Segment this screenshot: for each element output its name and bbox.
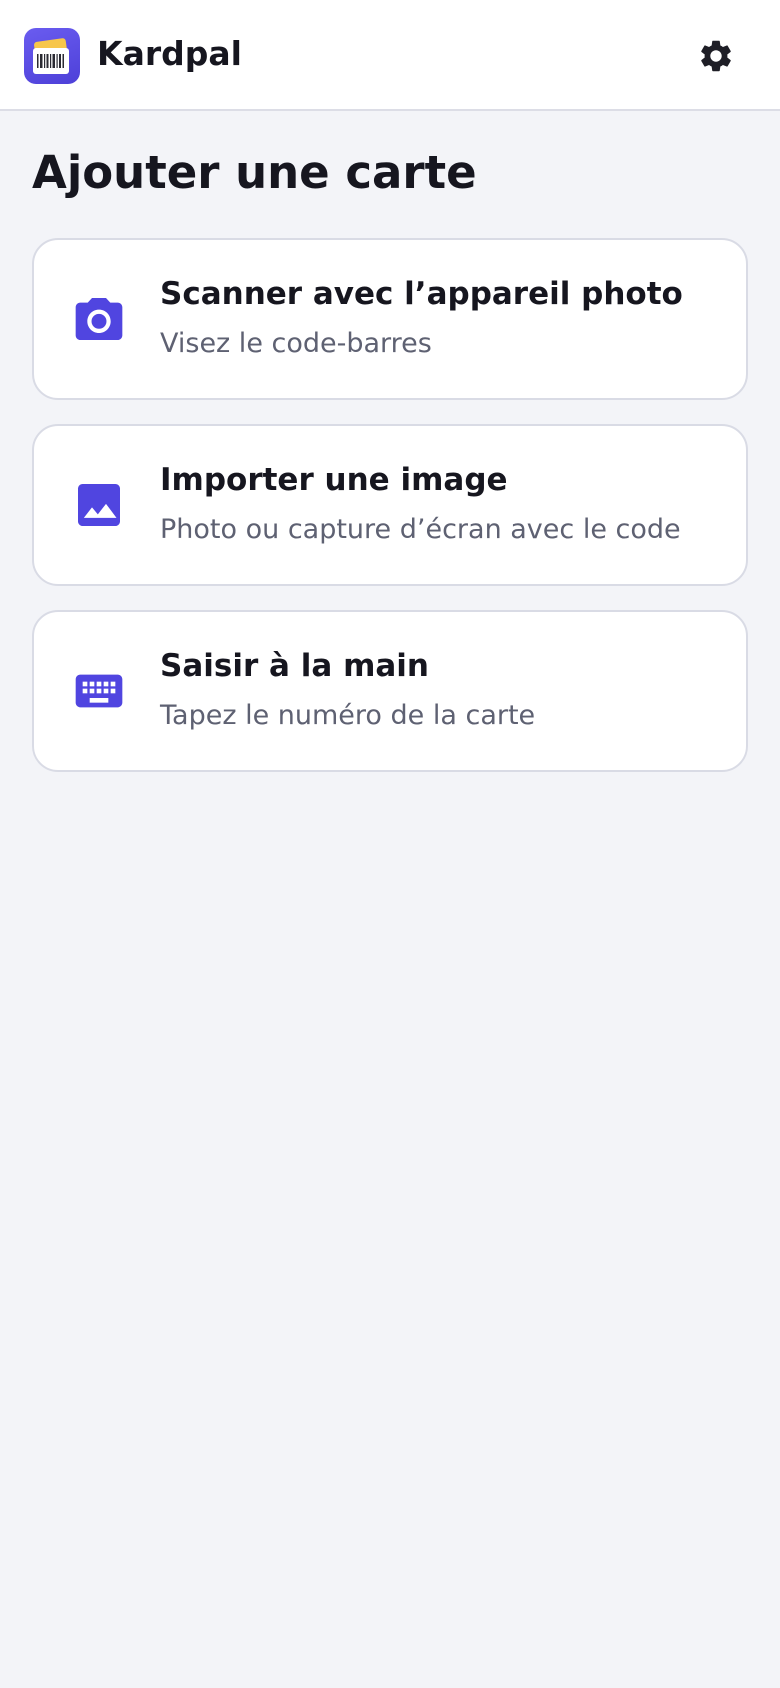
option-title: Scanner avec l’appareil photo: [160, 276, 683, 312]
top-bar: Kardpal: [0, 0, 780, 111]
import-image-option[interactable]: Importer une image Photo ou capture d’éc…: [32, 424, 748, 586]
option-title: Importer une image: [160, 462, 508, 498]
gear-icon: [701, 40, 731, 72]
add-card-screen: Kardpal Ajouter une carte Scanner avec l…: [0, 0, 780, 1688]
page-title: Ajouter une carte: [32, 146, 477, 199]
app-title: Kardpal: [97, 34, 242, 73]
keyboard-icon: [70, 662, 128, 720]
camera-icon: [70, 290, 128, 348]
scan-with-camera-option[interactable]: Scanner avec l’appareil photo Visez le c…: [32, 238, 748, 400]
settings-button[interactable]: [692, 32, 740, 80]
image-icon: [70, 476, 128, 534]
manual-entry-option[interactable]: Saisir à la main Tapez le numéro de la c…: [32, 610, 748, 772]
option-subtitle: Tapez le numéro de la carte: [160, 700, 536, 731]
option-subtitle: Photo ou capture d’écran avec le code: [160, 514, 681, 545]
app-logo-icon: [24, 28, 80, 84]
option-title: Saisir à la main: [160, 648, 429, 684]
option-subtitle: Visez le code-barres: [160, 328, 432, 359]
